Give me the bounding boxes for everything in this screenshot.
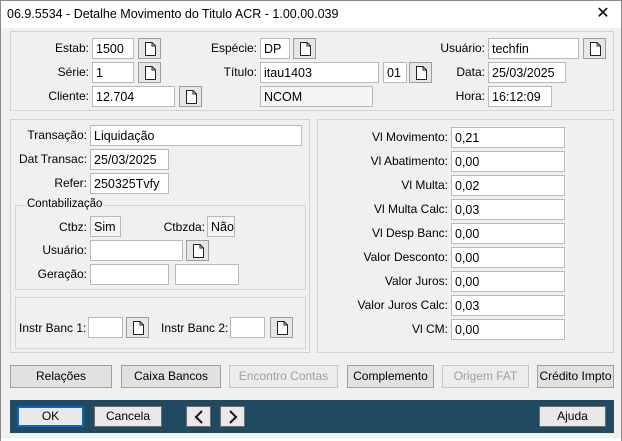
encontro-contas-button[interactable]: Encontro Contas (229, 365, 338, 388)
cliente-zoom-button[interactable] (179, 86, 202, 107)
chevron-left-icon (194, 410, 203, 424)
next-button[interactable] (220, 406, 245, 427)
transacao-label: Transação: (27, 128, 87, 142)
valor-label: Valor Juros Calc: (357, 298, 448, 312)
geracao-field[interactable] (90, 264, 169, 285)
complemento-button[interactable]: Complemento (347, 365, 434, 388)
valor-label: Valor Desconto: (363, 250, 449, 264)
document-icon (590, 42, 601, 56)
instr-banc-1-zoom-button[interactable] (126, 317, 149, 338)
valor-label: Vl Abatimento: (370, 154, 448, 168)
valor-field[interactable]: 0,00 (451, 319, 565, 340)
caixa-bancos-button[interactable]: Caixa Bancos (121, 365, 221, 388)
refer-label: Refer: (54, 176, 87, 190)
ok-button[interactable]: OK (17, 406, 84, 427)
ctbz-field: Sim (90, 216, 121, 237)
document-icon (186, 90, 197, 104)
hora-label: Hora: (455, 89, 485, 103)
instr-banc-2-field[interactable] (230, 317, 265, 338)
chevron-right-icon (229, 410, 238, 424)
cliente-nome-field: NCOM (260, 86, 373, 107)
usuario-zoom-button[interactable] (583, 38, 606, 59)
especie-zoom-button[interactable] (293, 38, 316, 59)
credito-impto-button[interactable]: Crédito Impto (537, 365, 614, 388)
valor-field[interactable]: 0,00 (451, 151, 565, 172)
especie-field[interactable]: DP (260, 38, 290, 59)
document-icon (300, 42, 311, 56)
document-icon (193, 244, 204, 258)
ajuda-button[interactable]: Ajuda (539, 406, 606, 427)
serie-field[interactable]: 1 (92, 62, 134, 83)
usuario-field[interactable]: techfin (488, 38, 579, 59)
transacao-field[interactable]: Liquidação (90, 125, 302, 146)
refer-field[interactable]: 250325Tvfy (90, 173, 169, 194)
ctbz-label: Ctbz: (58, 220, 87, 234)
valor-field[interactable]: 0,03 (451, 199, 565, 220)
valor-field[interactable]: 0,00 (451, 223, 565, 244)
cancela-button[interactable]: Cancela (94, 406, 162, 427)
estab-zoom-button[interactable] (138, 38, 161, 59)
valor-field[interactable]: 0,00 (451, 247, 565, 268)
valor-field[interactable]: 0,02 (451, 175, 565, 196)
estab-field[interactable]: 1500 (92, 38, 134, 59)
document-icon (145, 42, 156, 56)
estab-label: Estab: (54, 41, 89, 55)
close-icon[interactable]: ✕ (593, 4, 613, 24)
valor-field[interactable]: 0,00 (451, 271, 565, 292)
instr-banc-1-field[interactable] (88, 317, 123, 338)
document-icon (133, 321, 144, 335)
serie-label: Série: (57, 65, 89, 79)
valor-label: Valor Juros: (384, 274, 448, 288)
titulo-field[interactable]: itau1403 (260, 62, 379, 83)
dat-transac-field[interactable]: 25/03/2025 (90, 149, 169, 170)
contabilizacao-legend: Contabilização (25, 198, 105, 210)
title-bar: 06.9.5534 - Detalhe Movimento do Titulo … (1, 1, 621, 28)
instr-banc-1-label: Instr Banc 1: (19, 321, 87, 335)
titulo-label: Título: (223, 65, 257, 79)
valor-label: Vl Multa: (401, 178, 448, 192)
valor-label: Vl Multa Calc: (373, 202, 448, 216)
document-icon (145, 66, 156, 80)
data-field[interactable]: 25/03/2025 (488, 62, 566, 83)
window-title: 06.9.5534 - Detalhe Movimento do Titulo … (7, 7, 339, 21)
cliente-label: Cliente: (48, 89, 89, 103)
valor-label: Vl CM: (412, 322, 448, 336)
cliente-field[interactable]: 12.704 (92, 86, 175, 107)
contab-usuario-zoom-button[interactable] (186, 240, 209, 261)
data-label: Data: (456, 65, 485, 79)
document-icon (277, 321, 288, 335)
ctbzda-field: Não (207, 216, 235, 237)
especie-label: Espécie: (210, 41, 257, 55)
serie-zoom-button[interactable] (138, 62, 161, 83)
ctbzda-label: Ctbzda: (163, 220, 205, 234)
instr-banc-2-zoom-button[interactable] (270, 317, 293, 338)
hora-field[interactable]: 16:12:09 (488, 86, 552, 107)
origem-fat-button[interactable]: Origem FAT (442, 365, 529, 388)
instr-banc-2-label: Instr Banc 2: (161, 321, 229, 335)
contab-usuario-field[interactable] (90, 240, 183, 261)
document-icon (416, 66, 427, 80)
geracao-label: Geração: (37, 267, 87, 281)
parcela-field[interactable]: 01 (383, 62, 407, 83)
valor-field[interactable]: 0,03 (451, 295, 565, 316)
contab-usuario-label: Usuário: (42, 243, 87, 257)
usuario-label: Usuário: (440, 41, 485, 55)
relacoes-button[interactable]: Relações (10, 365, 112, 388)
geracao-field-2[interactable] (175, 264, 239, 285)
previous-button[interactable] (186, 406, 211, 427)
dat-transac-label: Dat Transac: (19, 152, 88, 166)
dialog-window: 06.9.5534 - Detalhe Movimento do Titulo … (0, 0, 622, 441)
valor-field[interactable]: 0,21 (451, 127, 565, 148)
valor-label: Vl Desp Banc: (371, 226, 448, 240)
valor-label: Vl Movimento: (371, 130, 448, 144)
